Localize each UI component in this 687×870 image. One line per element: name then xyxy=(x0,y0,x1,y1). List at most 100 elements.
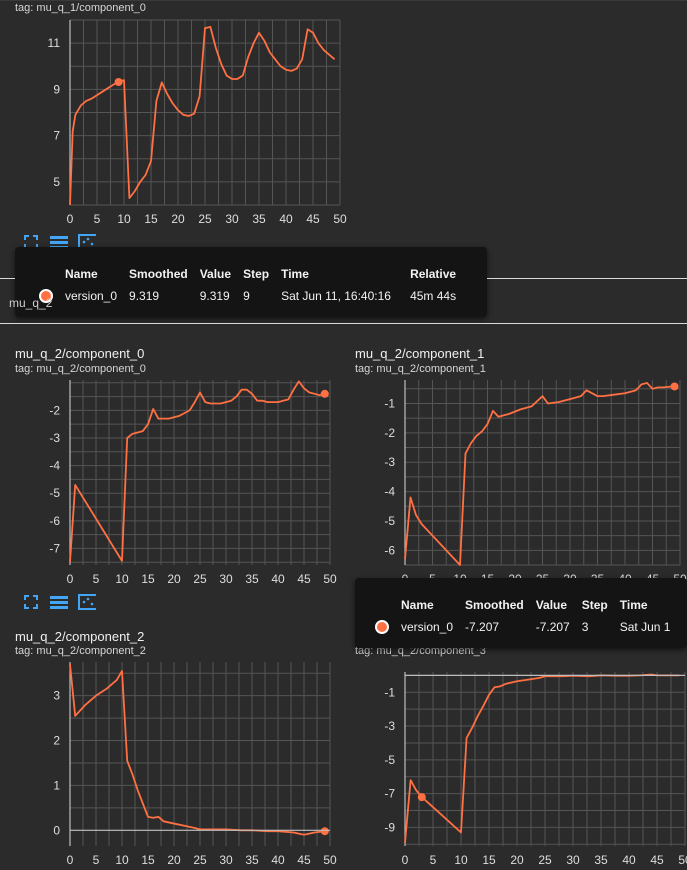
y-tick-label: 3 xyxy=(53,689,60,703)
tooltip-header: Name xyxy=(401,598,434,612)
x-tick-label: 25 xyxy=(198,212,212,226)
series-color-dot xyxy=(375,620,389,635)
section-label[interactable]: mu_q_2 xyxy=(9,296,52,310)
y-tick-label: -6 xyxy=(49,514,60,528)
y-tick-label: 5 xyxy=(53,175,60,189)
x-tick-label: 35 xyxy=(245,572,259,586)
line-chart-component-2[interactable]: 0 5 10 15 20 25 30 35 40 45 503210 xyxy=(15,662,345,870)
x-tick-label: 5 xyxy=(93,853,100,867)
card-title: mu_q_2/component_2 xyxy=(15,629,145,644)
tooltip-cell: Sat Jun 1 xyxy=(619,620,671,634)
x-tick-label: 5 xyxy=(93,572,100,586)
tooltip-row: version_0 -7.207 -7.207 3 Sat Jun 1 xyxy=(369,616,676,638)
line-chart-component-0[interactable]: 0 5 10 15 20 25 30 35 40 45 50 -2 -3 -4 -5 -6 -7 xyxy=(15,380,345,586)
x-tick-label: 20 xyxy=(171,212,185,226)
x-tick-label: 20 xyxy=(167,572,181,586)
x-tick-label: 45 xyxy=(297,853,311,867)
tooltip-header: Name xyxy=(65,267,98,281)
line-chart-component-1[interactable]: 05101520253035404550-1-2-3-4-5-6 xyxy=(355,380,687,586)
section-divider xyxy=(487,278,687,279)
tooltip-cell: 3 xyxy=(581,620,589,634)
x-tick-label: 0 xyxy=(402,853,409,867)
x-tick-label: 50 xyxy=(678,853,687,867)
tooltip-header: Value xyxy=(199,267,232,281)
y-tick-label: -3 xyxy=(384,719,395,733)
x-tick-label: 40 xyxy=(279,212,293,226)
x-tick-label: 5 xyxy=(430,853,437,867)
y-tick-label: -3 xyxy=(384,455,395,469)
tooltip-header: Step xyxy=(243,267,270,281)
x-tick-label: 10 xyxy=(454,853,468,867)
y-tick-label: -6 xyxy=(384,543,395,557)
y-tick-label: -1 xyxy=(384,685,395,699)
tooltip-cell: version_0 xyxy=(65,289,118,303)
y-tick-label: 9 xyxy=(53,82,60,96)
tooltip-header: Time xyxy=(619,598,648,612)
tooltip-header-row: Name Smoothed Value Step Time Relative xyxy=(33,263,462,285)
x-tick-label: 15 xyxy=(141,572,155,586)
y-tick-label: -7 xyxy=(49,541,60,555)
tooltip-header: Relative xyxy=(410,267,457,281)
y-tick-label: -3 xyxy=(49,431,60,445)
tooltip-header-row: Name Smoothed Value Step Time xyxy=(369,594,676,616)
tooltip-cell: -7.207 xyxy=(465,620,500,634)
x-tick-label: 40 xyxy=(271,853,285,867)
series-line xyxy=(404,673,680,843)
x-tick-label: 50 xyxy=(323,853,337,867)
x-tick-label: 15 xyxy=(144,212,158,226)
y-tick-label: 11 xyxy=(48,36,61,50)
series-line xyxy=(404,382,675,566)
fullscreen-icon[interactable] xyxy=(22,594,40,610)
x-tick-label: 25 xyxy=(538,853,552,867)
x-tick-label: 50 xyxy=(333,212,347,226)
highlight-point xyxy=(417,793,426,802)
tooltip-cell: 9.319 xyxy=(199,289,230,303)
y-tick-label: 1 xyxy=(53,778,60,792)
y-tick-label: 2 xyxy=(53,734,60,748)
y-tick-label: 0 xyxy=(53,823,60,837)
chart-toolbar xyxy=(22,593,96,611)
section-divider-bottom xyxy=(0,323,687,324)
x-tick-label: 20 xyxy=(167,853,181,867)
hover-tooltip-component-1: Name Smoothed Value Step Time version_0 … xyxy=(355,578,687,648)
x-tick-label: 30 xyxy=(219,853,233,867)
tooltip-header: Value xyxy=(535,598,568,612)
tooltip-cell: 45m 44s xyxy=(410,289,457,303)
x-tick-label: 40 xyxy=(622,853,636,867)
tooltip-row: version_0 9.319 9.319 9 Sat Jun 11, 16:4… xyxy=(33,285,462,307)
y-tick-label: -2 xyxy=(49,403,60,417)
y-tick-label: -5 xyxy=(384,753,395,767)
x-tick-label: 50 xyxy=(323,572,337,586)
highlight-point xyxy=(320,827,329,836)
x-tick-label: 5 xyxy=(94,212,101,226)
data-table-icon[interactable] xyxy=(50,594,68,610)
tooltip-cell: -7.207 xyxy=(535,620,570,634)
tooltip-header: Step xyxy=(581,598,608,612)
x-tick-label: 45 xyxy=(650,853,664,867)
y-tick-label: -4 xyxy=(384,485,395,499)
x-tick-label: 0 xyxy=(67,572,74,586)
tooltip-cell: 9 xyxy=(243,289,250,303)
tooltip-header: Time xyxy=(281,267,309,281)
hover-tooltip-top: Name Smoothed Value Step Time Relative v… xyxy=(15,247,487,317)
x-tick-label: 0 xyxy=(67,853,74,867)
section-divider-left xyxy=(0,278,15,279)
chart-tag: tag: mu_q_2/component_2 xyxy=(15,645,146,657)
chart-tag: tag: mu_q_2/component_0 xyxy=(15,363,146,375)
tooltip-cell: Sat Jun 11, 16:40:16 xyxy=(281,289,391,303)
line-chart-top[interactable]: 0 5 10 15 20 25 30 35 40 45 50 5 7 9 11 xyxy=(15,19,355,230)
x-tick-label: 30 xyxy=(219,572,233,586)
x-tick-label: 45 xyxy=(306,212,320,226)
series-line xyxy=(69,26,336,206)
line-chart-component-3[interactable]: 0 5 10 15 20 25 30 35 40 45 50 -1 -3 -5 -7 -9 xyxy=(355,662,687,870)
x-tick-label: 20 xyxy=(510,853,524,867)
y-tick-label: -5 xyxy=(384,514,395,528)
top-border xyxy=(0,0,687,1)
x-tick-label: 10 xyxy=(115,572,129,586)
fit-domain-icon[interactable] xyxy=(78,594,96,610)
x-tick-label: 40 xyxy=(271,572,285,586)
x-tick-label: 0 xyxy=(67,212,74,226)
highlight-point xyxy=(114,77,123,86)
y-tick-label: -7 xyxy=(384,787,395,801)
chart-tag: tag: mu_q_1/component_0 xyxy=(15,2,146,14)
